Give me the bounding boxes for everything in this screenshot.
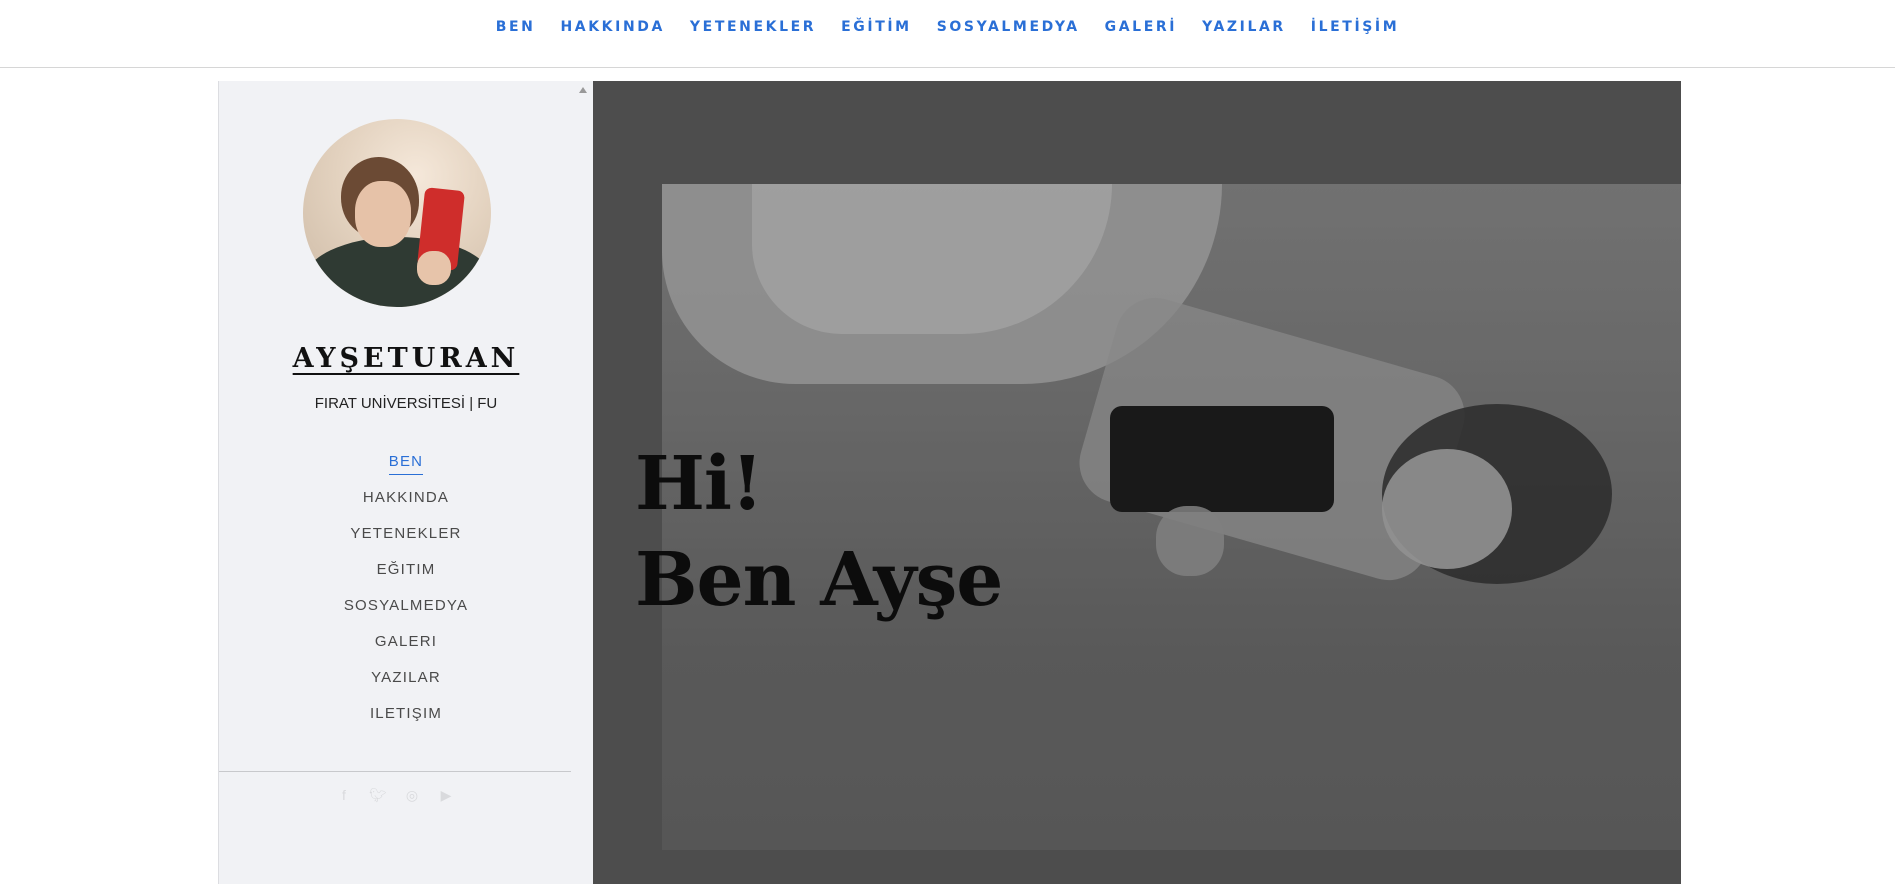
top-navigation: BEN HAKKINDA YETENEKLER EĞİTİM SOSYALMED… xyxy=(0,0,1895,68)
sidebar-item-yetenekler[interactable]: YETENEKLER xyxy=(219,523,593,559)
topnav-link-yetenekler[interactable]: YETENEKLER xyxy=(690,19,816,35)
hero-headline: Hi! Ben Ayşe xyxy=(635,436,1003,628)
topnav-link-egitim[interactable]: EĞİTİM xyxy=(841,19,912,35)
topnav-link-ben[interactable]: BEN xyxy=(496,19,536,35)
sidebar-item-sosyalmedya[interactable]: SOSYALMEDYA xyxy=(219,595,593,631)
sidebar-item-label: YAZILAR xyxy=(371,669,441,686)
profile-avatar xyxy=(303,119,491,307)
scroll-up-arrow-icon[interactable] xyxy=(579,87,587,93)
hero-section: Hi! Ben Ayşe xyxy=(593,81,1681,884)
hero-headline-line-2: Ben Ayşe xyxy=(635,537,1003,623)
site-name[interactable]: AYŞETURAN xyxy=(219,343,593,374)
instagram-icon[interactable]: ◎ xyxy=(402,787,422,804)
topnav-link-hakkinda[interactable]: HAKKINDA xyxy=(560,19,664,35)
twitter-icon[interactable]: 🐦︎ xyxy=(368,787,388,804)
site-subtitle: FIRAT UNİVERSİTESİ | FU xyxy=(314,395,498,412)
topnav-link-sosyalmedya[interactable]: SOSYALMEDYA xyxy=(937,19,1080,35)
hero-headline-line-1: Hi! xyxy=(635,441,764,527)
sidebar-item-hakkinda[interactable]: HAKKINDA xyxy=(219,487,593,523)
sidebar-item-label: YETENEKLER xyxy=(350,525,462,542)
sidebar-item-yazilar[interactable]: YAZILAR xyxy=(219,667,593,703)
topnav-link-iletisim[interactable]: İLETİŞİM xyxy=(1311,19,1399,35)
sidebar-item-label: EĞITIM xyxy=(376,561,436,578)
sidebar: AYŞETURAN FIRAT UNİVERSİTESİ | FU BEN HA… xyxy=(218,81,593,884)
sidebar-item-galeri[interactable]: GALERI xyxy=(219,631,593,667)
topnav-link-yazilar[interactable]: YAZILAR xyxy=(1202,19,1286,35)
sidebar-item-label: ILETIŞIM xyxy=(369,705,443,722)
sidebar-item-label: HAKKINDA xyxy=(362,489,450,506)
sidebar-divider xyxy=(219,771,571,772)
sidebar-menu: BEN HAKKINDA YETENEKLER EĞITIM SOSYALMED… xyxy=(219,451,593,739)
sidebar-item-egitim[interactable]: EĞITIM xyxy=(219,559,593,595)
sidebar-item-iletisim[interactable]: ILETIŞIM xyxy=(219,703,593,739)
sidebar-item-label: BEN xyxy=(388,451,424,475)
sidebar-item-ben[interactable]: BEN xyxy=(219,451,593,487)
topnav-link-galeri[interactable]: GALERİ xyxy=(1105,19,1177,35)
facebook-icon[interactable]: f xyxy=(334,787,354,804)
youtube-icon[interactable]: ▶ xyxy=(436,787,456,804)
social-links: f 🐦︎ ◎ ▶ xyxy=(219,787,571,804)
sidebar-item-label: SOSYALMEDYA xyxy=(343,597,469,614)
sidebar-item-label: GALERI xyxy=(374,633,438,650)
